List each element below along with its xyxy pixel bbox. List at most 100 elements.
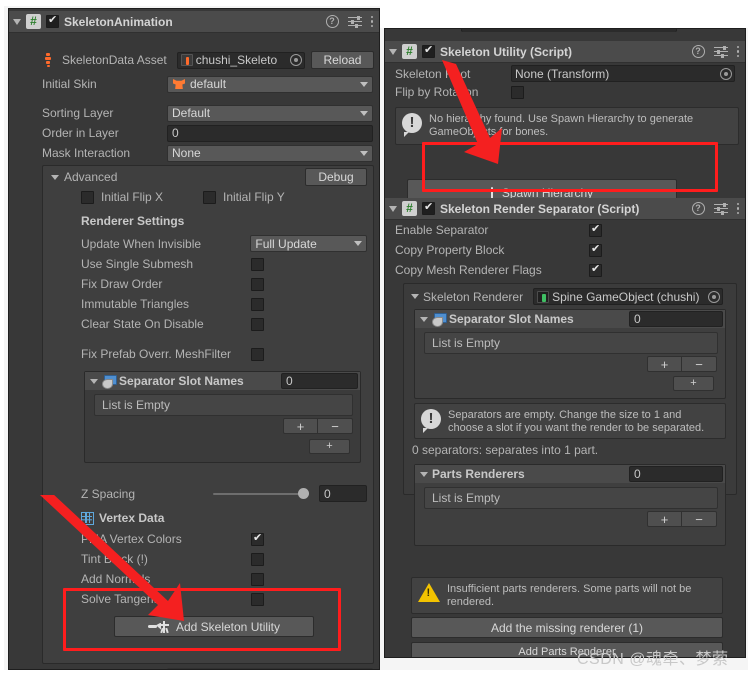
tint-black-label: Tint Black (!) <box>81 552 148 566</box>
fix-draw-order-label: Fix Draw Order <box>81 277 163 291</box>
initial-flip-y-checkbox[interactable] <box>203 190 216 204</box>
more-menu-icon[interactable] <box>370 15 373 28</box>
enable-separator-checkbox[interactable] <box>589 223 602 237</box>
separator-slot-names-size-input[interactable]: 0 <box>629 311 723 327</box>
insufficient-parts-warning-text: Insufficient parts renderers. Some parts… <box>447 583 692 608</box>
watermark: CSDN @魂牵、梦萦 <box>577 651 729 668</box>
flip-by-rotation-checkbox[interactable] <box>511 85 524 99</box>
update-when-invisible-label: Update When Invisible <box>81 236 202 251</box>
skeleton-renderer-group: Skeleton Renderer Spine GameObject (chus… <box>403 283 737 546</box>
z-spacing-slider[interactable] <box>213 488 309 499</box>
separator-slot-names-header[interactable]: Separator Slot Names 0 <box>415 310 725 328</box>
update-when-invisible-row: Update When Invisible Full Update <box>81 235 367 252</box>
update-when-invisible-value: Full Update <box>255 236 317 251</box>
skeleton-root-row: Skeleton Root None (Transform) <box>395 65 739 82</box>
flip-by-rotation-row: Flip by Rotation <box>395 85 739 99</box>
sorting-layer-row: Sorting Layer Default <box>42 103 374 123</box>
separator-slot-names-empty: List is Empty <box>94 394 353 416</box>
debug-button[interactable]: Debug <box>305 168 367 186</box>
z-spacing-input[interactable]: 0 <box>319 485 367 502</box>
foldout-arrow-icon[interactable] <box>389 48 397 55</box>
initial-flip-x-checkbox[interactable] <box>81 190 94 204</box>
copy-property-block-checkbox[interactable] <box>589 243 602 257</box>
separator-slot-names-add-button[interactable]: + <box>647 356 682 372</box>
parts-renderers-remove-button[interactable]: − <box>682 511 717 527</box>
sorting-layer-dropdown[interactable]: Default <box>167 104 373 122</box>
skeleton-root-label: Skeleton Root <box>395 66 471 81</box>
immutable-triangles-checkbox[interactable] <box>251 297 264 311</box>
preset-icon[interactable] <box>347 15 362 28</box>
initial-flip-y-row[interactable]: Initial Flip Y <box>203 190 285 204</box>
foldout-arrow-icon[interactable] <box>420 471 428 477</box>
object-picker-icon[interactable] <box>708 290 721 303</box>
foldout-arrow-icon[interactable] <box>389 205 397 212</box>
preset-icon[interactable] <box>713 202 728 215</box>
skeleton-data-icon <box>42 53 56 67</box>
help-icon[interactable]: ? <box>325 15 339 28</box>
copy-mesh-renderer-flags-checkbox[interactable] <box>589 263 602 277</box>
component-enabled-checkbox[interactable] <box>46 14 59 28</box>
initial-skin-value: default <box>190 77 227 91</box>
initial-flip-x-label: Initial Flip X <box>101 190 164 204</box>
mask-interaction-dropdown[interactable]: None <box>167 144 373 162</box>
separator-slot-names-remove-button[interactable]: − <box>318 418 353 434</box>
initial-skin-row: Initial Skin default <box>42 74 374 94</box>
object-picker-icon[interactable] <box>289 54 302 66</box>
skeleton-renderer-field[interactable]: Spine GameObject (chushi) <box>533 288 724 305</box>
foldout-arrow-icon[interactable] <box>90 378 98 384</box>
help-icon[interactable]: ? <box>691 45 705 58</box>
z-spacing-value: 0 <box>324 486 331 501</box>
clear-state-on-disable-checkbox[interactable] <box>251 317 264 331</box>
separator-slot-names-add-button[interactable]: + <box>283 418 318 434</box>
enable-separator-row: Enable Separator <box>395 223 739 237</box>
use-single-submesh-checkbox[interactable] <box>251 257 264 271</box>
skeletondata-asset-field[interactable]: chushi_Skeleto <box>176 51 305 69</box>
skeleton-render-separator-component-header[interactable]: # Skeleton Render Separator (Script) ? <box>385 198 745 220</box>
add-skeleton-utility-button[interactable]: Add Skeleton Utility <box>114 616 314 637</box>
update-when-invisible-dropdown[interactable]: Full Update <box>250 235 367 252</box>
separator-slot-names-add-small-button[interactable]: + <box>309 439 350 454</box>
add-normals-checkbox[interactable] <box>251 572 264 586</box>
advanced-section: Advanced Debug Initial Flip X Initial Fl… <box>42 165 374 664</box>
separator-slot-names-remove-button[interactable]: − <box>682 356 717 372</box>
object-picker-icon[interactable] <box>720 67 732 80</box>
parts-renderers-header[interactable]: Parts Renderers 0 <box>415 465 725 483</box>
skeletondata-asset-row: SkeletonData Asset chushi_Skeleto Reload <box>42 50 374 70</box>
component-enabled-checkbox[interactable] <box>422 201 435 215</box>
initial-skin-dropdown[interactable]: default <box>167 75 373 93</box>
order-in-layer-input[interactable]: 0 <box>167 124 373 142</box>
component-enabled-checkbox[interactable] <box>422 44 435 58</box>
foldout-arrow-icon[interactable] <box>411 294 419 299</box>
skeleton-root-value: None (Transform) <box>515 66 610 81</box>
separator-slot-names-list: Separator Slot Names 0 List is Empty + − <box>414 309 726 399</box>
parts-renderers-size-input[interactable]: 0 <box>629 466 723 482</box>
add-icon: + <box>296 418 305 434</box>
skeleton-animation-component-header[interactable]: # SkeletonAnimation ? <box>9 11 379 33</box>
help-icon[interactable]: ? <box>691 202 705 215</box>
add-missing-renderer-button[interactable]: Add the missing renderer (1) <box>411 617 723 638</box>
foldout-arrow-icon[interactable] <box>13 18 21 25</box>
preset-icon[interactable] <box>713 45 728 58</box>
bone-tool-icon <box>147 620 170 633</box>
parts-renderers-add-button[interactable]: + <box>647 511 682 527</box>
skeleton-utility-component-header[interactable]: # Skeleton Utility (Script) ? <box>385 41 745 63</box>
skeleton-root-field[interactable]: None (Transform) <box>511 65 735 82</box>
sorting-layer-label: Sorting Layer <box>42 106 114 120</box>
solve-tangents-checkbox[interactable] <box>251 592 264 606</box>
separator-slot-names-header[interactable]: Separator Slot Names 0 <box>85 372 360 390</box>
reload-button[interactable]: Reload <box>310 51 374 69</box>
pma-vertex-colors-checkbox[interactable] <box>251 532 264 546</box>
advanced-foldout[interactable]: Advanced <box>51 170 117 184</box>
separator-slot-names-add-small-button[interactable]: + <box>673 376 714 391</box>
initial-flip-x-row[interactable]: Initial Flip X <box>81 190 163 204</box>
more-menu-icon[interactable] <box>736 45 739 58</box>
z-spacing-slider-handle[interactable] <box>298 488 309 499</box>
tint-black-checkbox[interactable] <box>251 552 264 566</box>
more-menu-icon[interactable] <box>736 202 739 215</box>
foldout-arrow-icon[interactable] <box>51 174 59 180</box>
foldout-arrow-icon[interactable] <box>420 316 428 322</box>
separator-slot-names-size-input[interactable]: 0 <box>281 373 358 389</box>
fix-prefab-meshfilter-checkbox[interactable] <box>251 347 264 361</box>
fix-draw-order-checkbox[interactable] <box>251 277 264 291</box>
remove-icon: − <box>331 418 339 434</box>
